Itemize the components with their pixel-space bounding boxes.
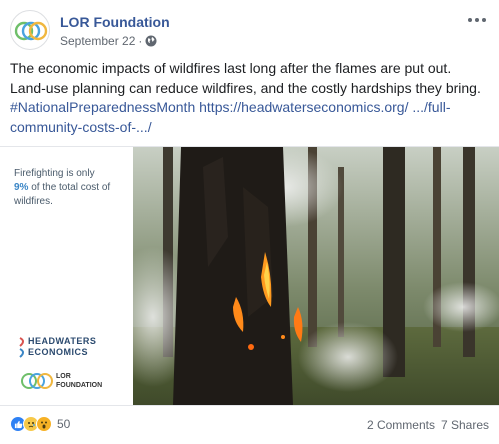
hashtag-link[interactable]: #NationalPreparednessMonth (10, 99, 195, 115)
caption-percent: 9% (14, 182, 29, 193)
more-options-icon[interactable] (465, 12, 489, 28)
comments-count-link[interactable]: 2 Comments (367, 418, 435, 432)
article-link-part1[interactable]: https://headwaterseconomics.org/ (199, 99, 408, 115)
post-date[interactable]: September 22 (60, 34, 135, 48)
logo-lor-line1: LOR (56, 373, 71, 380)
post-body-text: The economic impacts of wildfires last l… (10, 60, 481, 96)
caption-pre: Firefighting is only (14, 168, 95, 179)
logo-lor-line2: FOUNDATION (56, 382, 103, 389)
reactions-summary[interactable]: 50 (10, 416, 70, 432)
logo-headwaters-line2: ECONOMICS (28, 347, 89, 357)
post-meta: September 22 · (60, 34, 157, 48)
image-info-panel: Firefighting is only 9% of the total cos… (0, 147, 133, 405)
page-avatar[interactable] (10, 10, 50, 50)
page-name-link[interactable]: LOR Foundation (60, 14, 170, 30)
lor-rings-icon (14, 21, 48, 41)
image-caption: Firefighting is only 9% of the total cos… (14, 167, 124, 209)
shares-count-link[interactable]: 7 Shares (441, 418, 489, 432)
post-image[interactable]: Firefighting is only 9% of the total cos… (0, 146, 499, 406)
logo-headwaters-line1: HEADWATERS (28, 336, 97, 346)
post-footer: 50 2 Comments 7 Shares (10, 416, 489, 436)
meta-separator: · (138, 34, 143, 48)
wow-reaction-icon (36, 416, 52, 432)
post-header: LOR Foundation September 22 · (10, 10, 489, 52)
lor-foundation-logo: LOR FOUNDATION (20, 371, 120, 393)
post-stats: 2 Comments 7 Shares (367, 418, 489, 432)
caption-post: of the total cost of wildfires. (14, 182, 111, 207)
globe-icon (145, 35, 157, 47)
forest-fire-photo (133, 147, 499, 405)
reaction-count[interactable]: 50 (57, 417, 70, 431)
headwaters-economics-logo: HEADWATERS ECONOMICS (18, 335, 118, 361)
post-text: The economic impacts of wildfires last l… (10, 59, 490, 137)
